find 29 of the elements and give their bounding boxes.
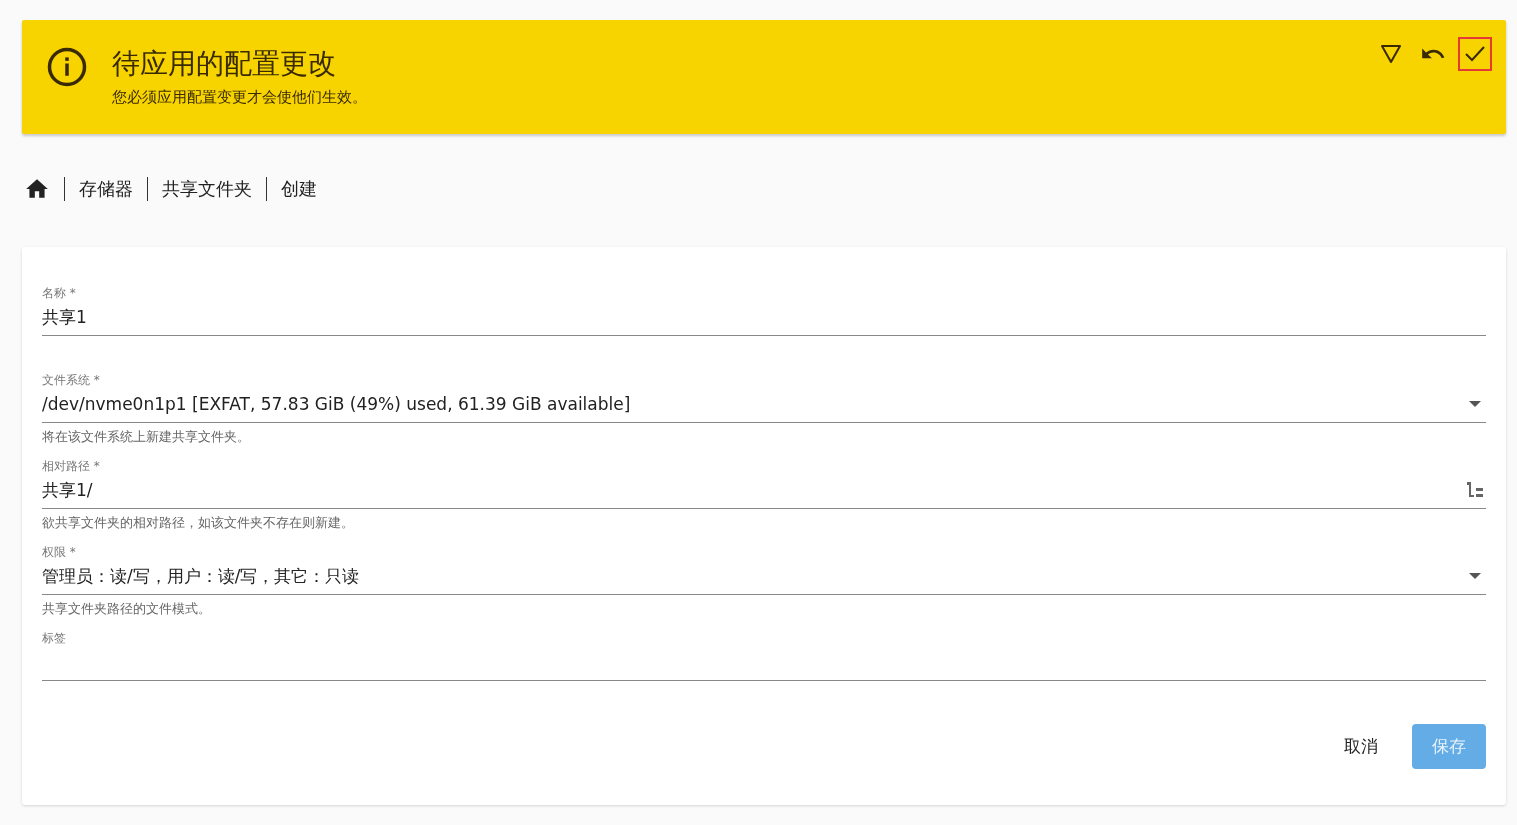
- cancel-button[interactable]: 取消: [1324, 724, 1398, 769]
- field-value: 共享1: [42, 305, 88, 329]
- input-field[interactable]: 标签: [42, 626, 1486, 681]
- apply-button[interactable]: [1458, 37, 1492, 71]
- field-label: 权限 *: [42, 544, 77, 560]
- dropdown-caret-icon: [1469, 573, 1481, 579]
- field-value: /dev/nvme0n1p1 [EXFAT, 57.83 GiB (49%) used, 61.39 GiB available]: [42, 394, 632, 414]
- select-field[interactable]: 文件系统 * /dev/nvme0n1p1 [EXFAT, 57.83 GiB (49%) used, 61.39 GiB available]: [42, 368, 1486, 423]
- folder-tree-icon[interactable]: [1466, 481, 1486, 499]
- select-field[interactable]: 权限 * 管理员：读/写，用户：读/写，其它：只读: [42, 540, 1486, 595]
- dropdown-caret-icon: [1469, 401, 1481, 407]
- input-field[interactable]: 相对路径 * 共享1/: [42, 454, 1486, 509]
- banner-message: 您必须应用配置变更才会使他们生效。: [112, 88, 368, 107]
- field-value: 管理员：读/写，用户：读/写，其它：只读: [42, 564, 361, 588]
- field-label: 相对路径 *: [42, 458, 101, 474]
- field-label: 文件系统 *: [42, 372, 101, 388]
- input-field[interactable]: 名称 * 共享1: [42, 281, 1486, 336]
- breadcrumb-link[interactable]: 创建: [281, 177, 317, 201]
- field-label: 名称 *: [42, 285, 77, 301]
- field-label: 标签: [42, 630, 67, 646]
- field-hint: 将在该文件系统上新建共享文件夹。: [42, 428, 251, 446]
- field-hint: 欲共享文件夹的相对路径，如该文件夹不存在则新建。: [42, 514, 355, 532]
- info-icon: [46, 46, 88, 88]
- field-hint: 共享文件夹路径的文件模式。: [42, 600, 212, 618]
- triangle-icon: [1379, 42, 1403, 66]
- breadcrumb-link[interactable]: 存储器: [79, 177, 133, 201]
- breadcrumb-link[interactable]: 共享文件夹: [162, 177, 252, 201]
- field-value: 共享1/: [42, 478, 94, 502]
- banner-title: 待应用的配置更改: [112, 46, 337, 82]
